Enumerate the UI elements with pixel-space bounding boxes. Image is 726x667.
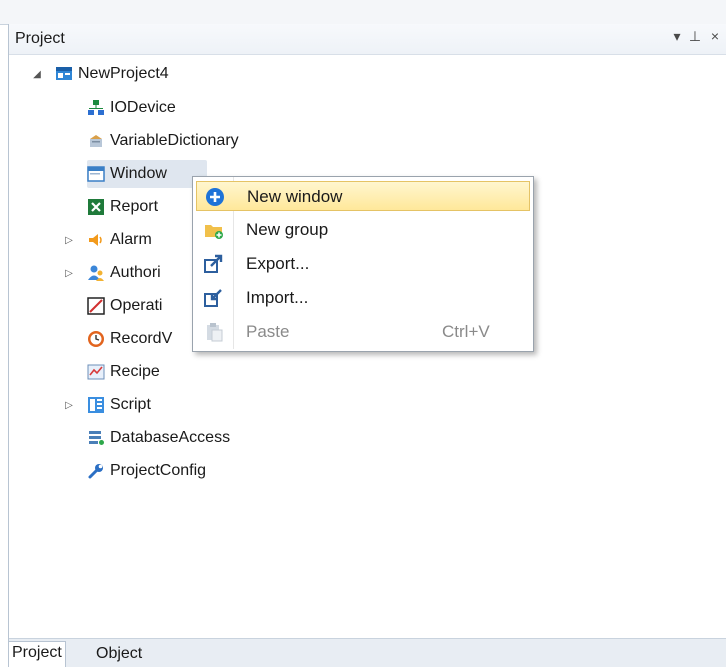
tree-item-label: ProjectConfig [110, 462, 207, 479]
menu-item-label: Export... [246, 254, 310, 273]
tree-root-label: NewProject4 [78, 65, 169, 82]
plus-circle-icon [206, 188, 224, 206]
menu-item-new-window[interactable]: New window [196, 181, 530, 211]
menu-item-new-group[interactable]: New group [196, 215, 528, 245]
tree-item-label: IODevice [110, 99, 176, 116]
network-icon [88, 100, 104, 115]
tree-item-label: Recipe [110, 363, 160, 380]
excel-report-icon [88, 199, 104, 215]
tree-item-databaseaccess[interactable]: DatabaseAccess [87, 424, 233, 452]
menu-item-import[interactable]: Import... [196, 283, 528, 313]
import-icon [204, 289, 222, 307]
tree-item-label: RecordV [110, 330, 173, 347]
menu-item-label: Paste [246, 322, 290, 341]
tree-item-label: Authori [110, 264, 161, 281]
menu-item-shortcut: Ctrl+V [442, 322, 490, 341]
expand-triangle-icon[interactable]: ▷ [63, 267, 75, 279]
tree-item-report[interactable]: Report [87, 193, 161, 221]
tree-item-operation[interactable]: Operati [87, 292, 165, 320]
tree-root[interactable]: ◢ NewProject4 [31, 60, 172, 88]
tree-item-script[interactable]: ▷ Script [63, 391, 154, 419]
dropdown-arrow-icon[interactable]: ▾ [669, 28, 685, 45]
tab-project[interactable]: Project [8, 641, 66, 667]
tree-item-label: Report [110, 198, 159, 215]
bottom-tab-strip: Project Object [8, 638, 726, 667]
clock-icon [88, 331, 104, 347]
tree-item-authority[interactable]: ▷ Authori [63, 259, 164, 287]
menu-item-label: Import... [246, 288, 309, 307]
app-frame: Project ▾ ⊥ × ◢ NewProject4 IODevice Var… [0, 0, 726, 667]
recipe-icon [87, 364, 105, 380]
expand-triangle-icon[interactable]: ▷ [63, 234, 75, 246]
tree-item-iodevice[interactable]: IODevice [87, 94, 179, 122]
menu-item-paste[interactable]: Paste Ctrl+V [196, 317, 528, 347]
tree-item-label: DatabaseAccess [110, 429, 231, 446]
top-toolbar-strip [0, 0, 726, 25]
expand-triangle-icon[interactable]: ▷ [63, 399, 75, 411]
tree-item-label: Operati [110, 297, 163, 314]
panel-title: Project [15, 30, 65, 47]
window-icon [87, 166, 105, 182]
menu-item-label: New window [247, 187, 343, 206]
project-icon [56, 67, 72, 80]
context-menu: New window New group Export... Import... [192, 176, 534, 352]
tree-item-window[interactable]: Window [87, 160, 207, 188]
tree-item-variabledictionary[interactable]: VariableDictionary [87, 127, 242, 155]
tab-object[interactable]: Object [93, 643, 145, 665]
folder-new-icon [205, 225, 223, 239]
wrench-icon [88, 464, 103, 479]
database-variable-icon [90, 135, 102, 147]
tree-item-label: VariableDictionary [110, 132, 239, 149]
paste-icon [207, 323, 223, 342]
tree-item-projectconfig[interactable]: ProjectConfig [87, 457, 209, 485]
tree-item-label: Window [110, 165, 167, 182]
pin-icon[interactable]: ⊥ [687, 28, 703, 45]
panel-header: Project ▾ ⊥ × [9, 24, 726, 55]
export-icon [204, 254, 223, 273]
menu-item-label: New group [246, 220, 329, 239]
tree-item-record[interactable]: RecordV [87, 325, 175, 353]
operation-log-icon [87, 297, 105, 315]
menu-item-export[interactable]: Export... [196, 249, 528, 279]
tree-item-label: Alarm [110, 231, 152, 248]
alarm-speaker-icon [89, 234, 102, 246]
script-icon [88, 397, 104, 413]
users-icon [88, 265, 104, 281]
database-access-icon [89, 431, 104, 445]
collapse-triangle-icon[interactable]: ◢ [31, 68, 43, 80]
tree-item-label: Script [110, 396, 151, 413]
close-icon[interactable]: × [707, 28, 723, 44]
tree-item-recipe[interactable]: Recipe [87, 358, 163, 386]
tree-item-alarm[interactable]: ▷ Alarm [63, 226, 155, 254]
